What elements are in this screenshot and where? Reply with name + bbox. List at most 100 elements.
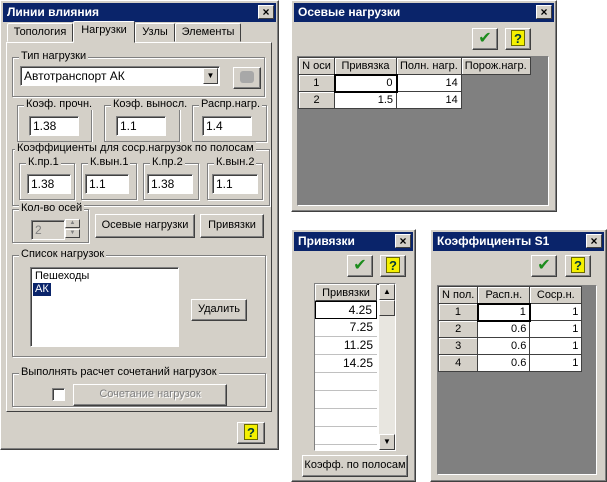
binding-cell[interactable]: 1.5 xyxy=(334,91,397,109)
bindings-title: Привязки xyxy=(298,234,355,248)
conc-cell[interactable]: 1 xyxy=(529,320,583,338)
full-load-cell[interactable]: 14 xyxy=(396,91,462,109)
tab-nodes[interactable]: Узлы xyxy=(135,23,175,42)
list-item-ak[interactable]: АК xyxy=(33,283,51,296)
table-row[interactable]: 11.25 xyxy=(315,337,377,355)
ok-button[interactable]: ✔ xyxy=(472,28,498,50)
scroll-down-icon[interactable]: ▼ xyxy=(379,434,395,450)
load-type-select[interactable]: Автотранспорт АК ▼ xyxy=(20,66,220,86)
conc-cell[interactable]: 1 xyxy=(529,303,583,321)
table-row: 1 1 1 xyxy=(437,302,583,322)
coef-strength-field[interactable]: 1.38 xyxy=(29,116,79,136)
table-row: 4 0.6 1 xyxy=(437,354,583,372)
coef-grid-area: N пол. Расп.н. Соср.н. 1 1 1 2 0.6 1 3 0… xyxy=(437,285,597,475)
distr-cell[interactable]: 0.6 xyxy=(477,354,531,372)
k-pr1-label: К.пр.1 xyxy=(26,156,61,168)
help-button[interactable]: ? xyxy=(237,422,265,444)
row-number: 4 xyxy=(437,354,479,372)
close-icon[interactable]: × xyxy=(586,234,602,248)
row-number: 1 xyxy=(437,303,479,321)
help-button[interactable]: ? xyxy=(380,255,406,277)
help-icon: ? xyxy=(244,424,258,440)
edit-load-button[interactable] xyxy=(233,67,261,89)
k-vyn1-field[interactable]: 1.1 xyxy=(85,174,129,194)
axle-grid-area: N оси Привязка Полн. нагр. Порож.нагр. 1… xyxy=(297,56,549,206)
conc-cell[interactable]: 1 xyxy=(529,354,583,372)
axle-loads-title: Осевые нагрузки xyxy=(298,5,401,19)
coefficients-window: Коэффициенты S1 × ✔ ? N пол. Расп.н. Сос… xyxy=(430,229,607,482)
table-row[interactable]: 14.25 xyxy=(315,355,377,373)
tab-label: Элементы xyxy=(181,26,235,38)
coef-endurance-label: Коэф. выносл. xyxy=(111,98,190,110)
spin-down-icon[interactable]: ▼ xyxy=(65,229,80,238)
tab-topology[interactable]: Топология xyxy=(7,23,73,42)
row-number: 2 xyxy=(437,320,479,338)
bindings-scrollbar[interactable]: ▲ ▼ xyxy=(379,284,395,450)
list-item-pedestrians[interactable]: Пешеходы xyxy=(33,270,176,283)
scroll-thumb[interactable] xyxy=(379,300,395,316)
combo-button[interactable]: Сочетание нагрузок xyxy=(73,384,227,406)
k-pr1-field[interactable]: 1.38 xyxy=(27,174,71,194)
tab-label: Топология xyxy=(13,26,67,38)
close-icon[interactable]: × xyxy=(536,5,552,19)
col-header: N оси xyxy=(298,57,335,75)
tab-page: Тип нагрузки Автотранспорт АК ▼ Коэф. пр… xyxy=(6,42,272,412)
chevron-down-icon[interactable]: ▼ xyxy=(203,68,218,84)
conc-cell[interactable]: 1 xyxy=(529,337,583,355)
help-button[interactable]: ? xyxy=(505,28,531,50)
tab-label: Нагрузки xyxy=(81,24,127,36)
grid-header-row: N оси Привязка Полн. нагр. Порож.нагр. xyxy=(298,57,531,75)
load-type-value: Автотранспорт АК xyxy=(24,69,125,83)
distr-load-field[interactable]: 1.4 xyxy=(202,116,252,136)
checkmark-icon: ✔ xyxy=(537,257,551,274)
table-row[interactable]: 7.25 xyxy=(315,319,377,337)
table-row: 2 0.6 1 xyxy=(437,320,583,338)
k-pr2-label: К.пр.2 xyxy=(150,156,185,168)
distr-cell[interactable]: 0.6 xyxy=(477,320,531,338)
scroll-up-icon[interactable]: ▲ xyxy=(379,284,395,300)
lane-coef-button[interactable]: Коэфф. по полосам xyxy=(302,455,408,477)
table-row[interactable]: 4.25 xyxy=(315,301,377,319)
col-header: Соср.н. xyxy=(529,286,583,304)
help-icon: ? xyxy=(386,257,400,273)
row-number: 2 xyxy=(298,91,335,109)
combo-title: Выполнять расчет сочетаний нагрузок xyxy=(19,366,219,378)
distr-cell[interactable]: 1 xyxy=(476,302,531,322)
binding-cell[interactable]: 0 xyxy=(333,73,398,93)
loads-list-title: Список нагрузок xyxy=(19,248,107,260)
distr-cell[interactable]: 0.6 xyxy=(477,337,531,355)
col-header: Порож.нагр. xyxy=(460,57,531,75)
bindings-empty-area xyxy=(315,373,377,450)
help-icon: ? xyxy=(511,30,525,46)
checkmark-icon: ✔ xyxy=(478,30,492,47)
col-header: Расп.н. xyxy=(477,286,531,304)
ok-button[interactable]: ✔ xyxy=(347,255,373,277)
k-vyn2-label: К.вын.2 xyxy=(214,156,257,168)
close-icon[interactable]: × xyxy=(258,5,274,19)
tab-elements[interactable]: Элементы xyxy=(175,23,241,42)
table-row: 1 0 14 xyxy=(298,73,531,93)
col-header: Привязка xyxy=(334,57,397,75)
bindings-button[interactable]: Привязки xyxy=(200,214,264,238)
ok-button[interactable]: ✔ xyxy=(531,255,557,277)
row-number: 1 xyxy=(298,74,335,92)
coef-endurance-field[interactable]: 1.1 xyxy=(116,116,166,136)
loads-listbox[interactable]: Пешеходы АК xyxy=(30,267,179,347)
close-icon[interactable]: × xyxy=(395,234,411,248)
axle-loads-button[interactable]: Осевые нагрузки xyxy=(95,214,195,238)
k-vyn2-field[interactable]: 1.1 xyxy=(212,174,258,194)
empty-load-cell[interactable] xyxy=(460,74,531,92)
spin-up-icon[interactable]: ▲ xyxy=(65,219,80,228)
table-row: 2 1.5 14 xyxy=(298,91,531,109)
main-window: Линии влияния × Топология Нагрузки Узлы … xyxy=(0,0,279,450)
help-button[interactable]: ? xyxy=(565,255,591,277)
delete-button[interactable]: Удалить xyxy=(191,299,247,321)
axles-count-field[interactable]: 2 xyxy=(31,220,65,240)
tab-loads[interactable]: Нагрузки xyxy=(73,21,135,43)
combo-checkbox[interactable] xyxy=(52,388,65,401)
col-header: N пол. xyxy=(437,286,479,304)
k-pr2-field[interactable]: 1.38 xyxy=(147,174,193,194)
axle-loads-titlebar: Осевые нагрузки × xyxy=(294,3,554,22)
empty-load-cell[interactable] xyxy=(460,91,531,109)
full-load-cell[interactable]: 14 xyxy=(396,74,462,92)
